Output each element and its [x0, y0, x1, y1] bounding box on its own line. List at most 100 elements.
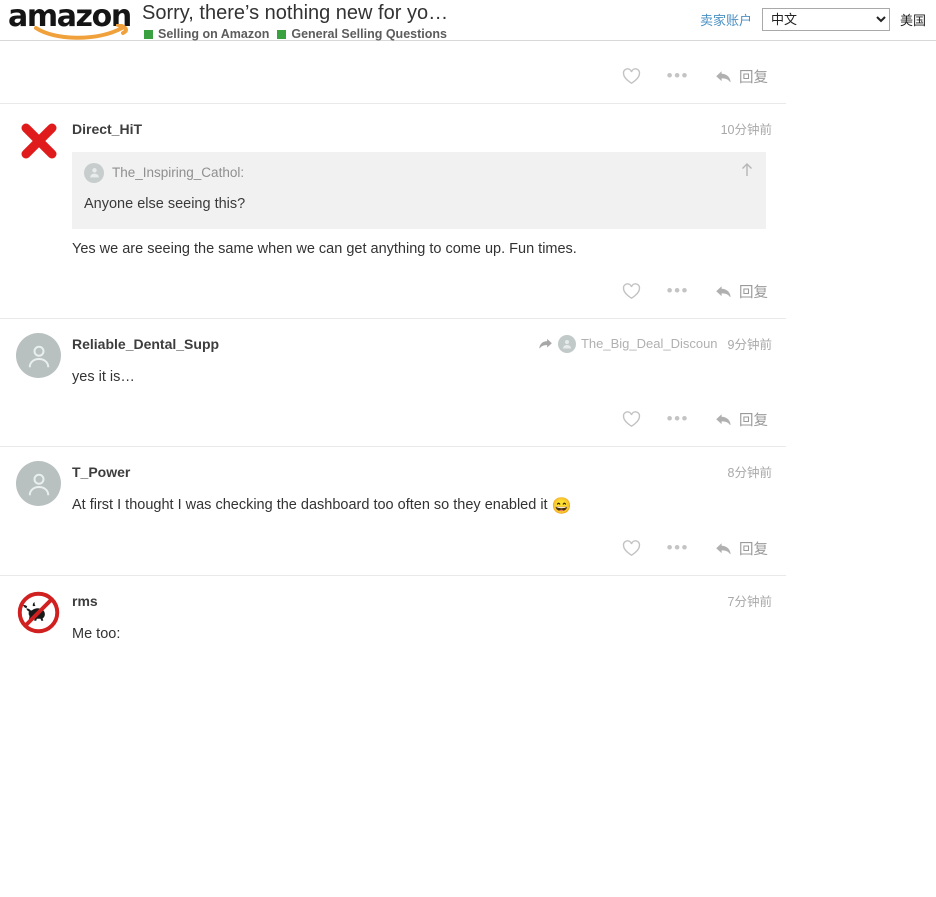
heart-icon: [622, 67, 640, 84]
more-options-button[interactable]: •••: [666, 538, 689, 557]
more-options-button[interactable]: •••: [666, 281, 689, 300]
post-header: Reliable_Dental_Supp The_Big_Deal_Discou…: [16, 333, 772, 378]
reply-label: 回复: [739, 541, 768, 558]
post-meta: 10分钟前: [721, 119, 772, 138]
post-username[interactable]: Reliable_Dental_Supp: [72, 336, 219, 352]
heart-icon: [622, 282, 640, 299]
no-bull-avatar-icon: [16, 590, 61, 635]
post-header: Direct_HiT 10分钟前: [16, 118, 772, 158]
post-actions: ••• 回复: [72, 49, 772, 103]
breadcrumb: Selling on Amazon General Selling Questi…: [142, 27, 542, 41]
country-label: 美国: [899, 13, 926, 28]
seller-account-link[interactable]: 卖家账户: [700, 10, 752, 29]
post-header: T_Power 8分钟前: [16, 461, 772, 506]
site-header: amazon Sorry, there’s nothing new for yo…: [0, 0, 936, 41]
post-actions: ••• 回复: [72, 521, 772, 575]
post-actions: ••• 回复: [72, 264, 772, 318]
reply-button[interactable]: 回复: [715, 538, 768, 559]
post-body-text: yes it is…: [72, 369, 135, 385]
post-timestamp: 8分钟前: [727, 466, 772, 480]
post-t-power: T_Power 8分钟前 At first I thought I was ch…: [0, 446, 786, 575]
post-body: Me too:: [72, 624, 772, 645]
quote-avatar: [84, 162, 104, 183]
reply-arrow-icon: [716, 285, 731, 297]
red-x-avatar-icon: [16, 118, 61, 163]
arrow-up-icon: [742, 163, 752, 176]
like-button[interactable]: [622, 67, 641, 85]
post-username[interactable]: Direct_HiT: [72, 121, 142, 137]
post-timestamp: 9分钟前: [727, 338, 772, 352]
post-actions: ••• 回复: [72, 392, 772, 446]
reply-to-avatar: [557, 334, 576, 353]
like-button[interactable]: [622, 282, 641, 300]
post-head: T_Power 8分钟前: [72, 461, 772, 483]
post-body: The_Inspiring_Cathol: Anyone else seeing…: [72, 152, 772, 260]
smile-emoji-icon: 😄: [551, 498, 572, 515]
quote-expand-button[interactable]: [740, 162, 754, 178]
amazon-logo[interactable]: amazon: [8, 2, 140, 40]
person-icon: [89, 168, 99, 178]
breadcrumb-label: Selling on Amazon: [158, 27, 270, 41]
header-title-block: Sorry, there’s nothing new for yo… Selli…: [142, 0, 542, 41]
post-meta: 7分钟前: [728, 591, 772, 610]
ellipsis-icon: •••: [666, 281, 689, 300]
amazon-smile-icon: [34, 24, 129, 40]
avatar[interactable]: [16, 118, 61, 163]
post-username[interactable]: T_Power: [72, 464, 130, 480]
quote-text: Anyone else seeing this?: [84, 196, 246, 212]
ellipsis-icon: •••: [666, 66, 689, 85]
like-button[interactable]: [622, 410, 641, 428]
post-username[interactable]: rms: [72, 593, 98, 609]
post-head: Reliable_Dental_Supp The_Big_Deal_Discou…: [72, 333, 772, 355]
reply-arrow-icon: [716, 542, 731, 554]
post-head: rms 7分钟前: [72, 590, 772, 612]
post-reliable-dental-supp: Reliable_Dental_Supp The_Big_Deal_Discou…: [0, 318, 786, 446]
breadcrumb-item-selling-on-amazon[interactable]: Selling on Amazon: [144, 27, 269, 41]
reply-label: 回复: [739, 412, 768, 429]
avatar[interactable]: [16, 590, 61, 635]
breadcrumb-label: General Selling Questions: [291, 27, 447, 41]
reply-button[interactable]: 回复: [715, 409, 768, 430]
reply-curve-glyph: [539, 338, 552, 349]
post-body-text: Yes we are seeing the same when we can g…: [72, 241, 577, 257]
reply-arrow-icon: [716, 70, 731, 82]
prohibition-bull-icon: [17, 591, 60, 634]
reply-label: 回复: [739, 284, 768, 301]
person-icon: [28, 473, 49, 495]
reply-label: 回复: [739, 69, 768, 86]
post-body-sentence: At first I thought I was checking the da…: [72, 497, 552, 513]
avatar[interactable]: [16, 461, 61, 506]
post-body: At first I thought I was checking the da…: [72, 495, 772, 517]
reply-curve-icon: [538, 337, 553, 350]
post-head: Direct_HiT 10分钟前: [72, 118, 772, 140]
post-timestamp: 10分钟前: [720, 123, 772, 137]
reply-button[interactable]: 回复: [715, 281, 768, 302]
more-options-button[interactable]: •••: [666, 409, 689, 428]
heart-icon: [622, 410, 640, 427]
header-right-controls: 卖家账户 中文 美国: [700, 8, 926, 31]
post-meta: 8分钟前: [728, 462, 772, 481]
more-options-button[interactable]: •••: [666, 66, 689, 85]
post-body-text: At first I thought I was checking the da…: [72, 495, 772, 517]
reply-button[interactable]: 回复: [715, 66, 768, 87]
person-avatar: [16, 461, 61, 506]
quoted-post: The_Inspiring_Cathol: Anyone else seeing…: [72, 152, 766, 229]
post-header: rms 7分钟前: [16, 590, 772, 634]
post-body: yes it is…: [72, 367, 772, 388]
language-select[interactable]: 中文: [761, 8, 890, 31]
ellipsis-icon: •••: [666, 409, 689, 428]
quote-author[interactable]: The_Inspiring_Cathol:: [112, 162, 244, 183]
avatar[interactable]: [16, 333, 61, 378]
person-avatar: [16, 333, 61, 378]
page-root: seems like every year around the time th…: [0, 0, 936, 897]
reply-to-indicator[interactable]: The_Big_Deal_Discoun: [538, 334, 718, 353]
person-icon: [28, 345, 49, 367]
ellipsis-icon: •••: [666, 538, 689, 557]
post-rms: rms 7分钟前 Me too:: [0, 575, 786, 645]
reply-arrow-icon: [716, 413, 731, 425]
like-button[interactable]: [622, 539, 641, 557]
post-timestamp: 7分钟前: [727, 595, 772, 609]
reply-to-username: The_Big_Deal_Discoun: [580, 336, 718, 351]
post-direct-hit: Direct_HiT 10分钟前 The_Inspiring_Cathol: A…: [0, 103, 786, 318]
breadcrumb-item-general-selling-questions[interactable]: General Selling Questions: [277, 27, 447, 41]
